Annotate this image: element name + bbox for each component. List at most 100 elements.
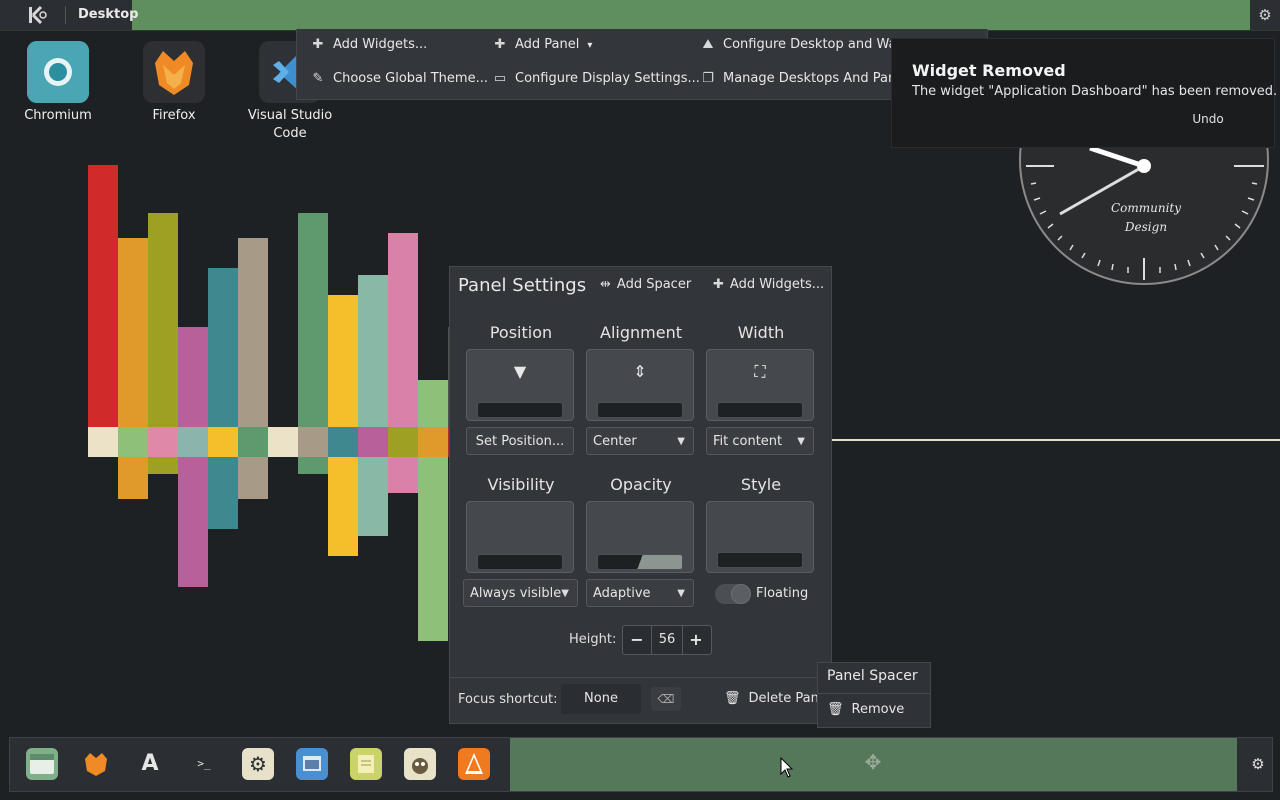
manage-desktops-button[interactable]: ❐ Manage Desktops And Pane bbox=[699, 67, 904, 91]
add-widgets-button[interactable]: ✚ Add Widgets... bbox=[309, 33, 428, 57]
configure-desktop-button[interactable]: ⛰ Configure Desktop and Wal bbox=[699, 33, 901, 57]
choose-global-theme-button[interactable]: ✎ Choose Global Theme... bbox=[309, 67, 488, 91]
remove-button[interactable]: 🗑 Remove bbox=[827, 702, 904, 717]
app-store-icon[interactable]: A bbox=[134, 748, 166, 780]
delete-panel-label: Delete Pane bbox=[748, 691, 827, 706]
height-spinbox: − 56 + bbox=[622, 625, 712, 655]
minus-icon[interactable]: − bbox=[623, 626, 651, 654]
width-preview-bar bbox=[717, 402, 803, 418]
width-preview[interactable]: ⛶ bbox=[706, 349, 814, 421]
focus-shortcut-button[interactable]: None bbox=[561, 684, 641, 714]
add-widgets-panel-label: Add Widgets... bbox=[729, 277, 825, 292]
add-widgets-panel-button[interactable]: ✚ Add Widgets... bbox=[713, 277, 824, 292]
focus-shortcut-label: Focus shortcut: bbox=[458, 692, 558, 707]
clear-shortcut-icon[interactable]: ⌫ bbox=[651, 687, 681, 711]
firefox-icon[interactable] bbox=[80, 748, 112, 780]
chevron-down-icon: ▼ bbox=[561, 588, 569, 599]
panel-settings-dialog: Panel Settings ⇹ Add Spacer ✚ Add Widgets.… bbox=[449, 266, 832, 724]
fit-content-icon: ⛶ bbox=[754, 362, 766, 381]
undo-button[interactable]: Undo bbox=[1178, 109, 1238, 129]
desktop-icon-label: Chromium bbox=[24, 108, 92, 123]
align-center-icon: ⇕ bbox=[633, 362, 647, 381]
clock-brand-line2: Design bbox=[1124, 220, 1167, 234]
delete-panel-button[interactable]: 🗑 Delete Pane bbox=[724, 691, 827, 706]
alignment-preview[interactable]: ⇕ bbox=[586, 349, 694, 421]
plus-icon: ✚ bbox=[494, 37, 506, 52]
alignment-value: Center bbox=[593, 434, 637, 449]
choose-theme-label: Choose Global Theme... bbox=[333, 71, 488, 86]
desktop-edit-toolbar: ✚ Add Widgets... ✚ Add Panel ▾ ⛰ Configure D… bbox=[296, 29, 988, 100]
desktop-icon-firefox[interactable]: Firefox bbox=[129, 41, 219, 125]
desktop-icon-label: Visual Studio Code bbox=[247, 108, 333, 141]
notification-popup: Widget Removed The widget "Application D… bbox=[891, 38, 1278, 148]
opacity-value: Adaptive bbox=[593, 586, 651, 601]
add-panel-button[interactable]: ✚ Add Panel ▾ bbox=[491, 33, 593, 57]
add-panel-label: Add Panel bbox=[515, 37, 580, 52]
desktops-icon: ❐ bbox=[702, 71, 714, 86]
gear-icon[interactable]: ⚙ bbox=[1250, 0, 1280, 30]
triangle-down-icon: ▼ bbox=[513, 362, 527, 381]
alignment-select[interactable]: Center ▼ bbox=[586, 427, 694, 455]
image-viewer-icon[interactable] bbox=[296, 748, 328, 780]
kde-logo-icon[interactable] bbox=[27, 4, 49, 26]
width-heading: Width bbox=[737, 323, 785, 342]
style-preview-bar bbox=[717, 552, 803, 568]
trash-icon: 🗑 bbox=[724, 691, 741, 706]
opacity-preview-bar bbox=[597, 554, 683, 570]
vlc-icon[interactable] bbox=[458, 748, 490, 780]
settings-icon[interactable]: ⚙ bbox=[242, 748, 274, 780]
trash-icon: 🗑 bbox=[827, 702, 844, 717]
chevron-down-icon: ▾ bbox=[587, 40, 593, 51]
position-preview-bar bbox=[477, 402, 563, 418]
desktop-icon-chromium[interactable]: Chromium bbox=[13, 41, 103, 125]
add-spacer-label: Add Spacer bbox=[616, 277, 692, 292]
floating-label: Floating bbox=[756, 586, 809, 601]
configure-desktop-label: Configure Desktop and Wal bbox=[723, 37, 901, 52]
notes-icon[interactable] bbox=[350, 748, 382, 780]
set-position-button[interactable]: Set Position... bbox=[466, 427, 574, 455]
visibility-preview-bar bbox=[477, 554, 563, 570]
chromium-icon bbox=[27, 41, 89, 103]
top-panel-title: Desktop bbox=[78, 7, 139, 22]
visibility-select[interactable]: Always visible ▼ bbox=[463, 579, 578, 607]
alignment-preview-bar bbox=[597, 402, 683, 418]
width-value: Fit content bbox=[713, 434, 783, 449]
terminal-icon[interactable]: >_ bbox=[188, 748, 220, 780]
bottom-panel: A >_ ⚙ ⚙ bbox=[9, 737, 1273, 792]
configure-display-button[interactable]: ▭ Configure Display Settings... bbox=[491, 67, 700, 91]
mouse-cursor-icon bbox=[780, 757, 794, 778]
position-heading: Position bbox=[489, 323, 553, 342]
style-heading: Style bbox=[740, 475, 782, 494]
add-widgets-label: Add Widgets... bbox=[333, 37, 428, 52]
add-spacer-button[interactable]: ⇹ Add Spacer bbox=[600, 277, 691, 292]
position-preview[interactable]: ▼ bbox=[466, 349, 574, 421]
notification-body: The widget "Application Dashboard" has b… bbox=[912, 84, 1278, 99]
panel-spacer-title: Panel Spacer bbox=[827, 668, 918, 684]
width-select[interactable]: Fit content ▼ bbox=[706, 427, 814, 455]
configure-display-label: Configure Display Settings... bbox=[515, 71, 700, 86]
chevron-down-icon: ▼ bbox=[677, 436, 685, 447]
plus-icon: ✚ bbox=[713, 277, 724, 292]
chevron-down-icon: ▼ bbox=[797, 436, 805, 447]
height-value[interactable]: 56 bbox=[651, 626, 683, 654]
visibility-heading: Visibility bbox=[487, 475, 555, 494]
opacity-preview[interactable] bbox=[586, 501, 694, 573]
plus-icon[interactable]: + bbox=[682, 626, 710, 654]
panel-settings-title: Panel Settings bbox=[458, 275, 587, 296]
style-preview[interactable] bbox=[706, 501, 814, 573]
alignment-heading: Alignment bbox=[600, 323, 682, 342]
visibility-value: Always visible bbox=[470, 586, 562, 601]
floating-toggle[interactable] bbox=[715, 584, 751, 604]
footer-separator bbox=[450, 677, 831, 678]
gear-icon[interactable]: ⚙ bbox=[1244, 738, 1272, 791]
file-manager-icon[interactable] bbox=[26, 748, 58, 780]
opacity-select[interactable]: Adaptive ▼ bbox=[586, 579, 694, 607]
remove-label: Remove bbox=[851, 702, 905, 717]
visibility-preview[interactable] bbox=[466, 501, 574, 573]
move-handle-icon[interactable]: ✥ bbox=[855, 750, 891, 778]
menu-separator bbox=[818, 693, 930, 694]
plus-icon: ✚ bbox=[312, 37, 324, 52]
firefox-icon bbox=[143, 41, 205, 103]
gimp-icon[interactable] bbox=[404, 748, 436, 780]
clock-brand-line1: Community bbox=[1111, 201, 1181, 215]
